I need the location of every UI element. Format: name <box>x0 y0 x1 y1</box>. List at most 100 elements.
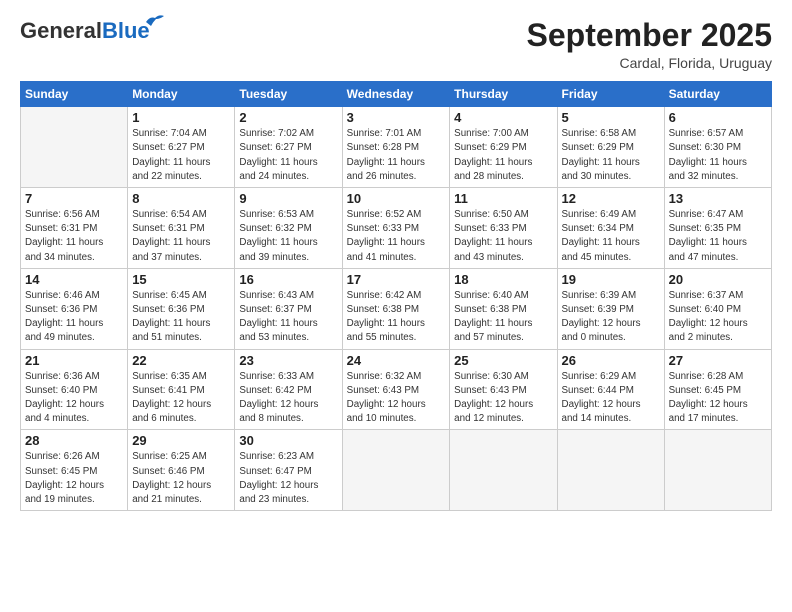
col-monday: Monday <box>128 82 235 107</box>
table-row: 28Sunrise: 6:26 AMSunset: 6:45 PMDayligh… <box>21 430 128 511</box>
day-info: Sunrise: 6:49 AMSunset: 6:34 PMDaylight:… <box>562 208 660 265</box>
calendar-header-row: Sunday Monday Tuesday Wednesday Thursday… <box>21 82 772 107</box>
day-number: 2 <box>239 110 337 125</box>
day-number: 25 <box>454 353 552 368</box>
day-number: 29 <box>132 433 230 448</box>
calendar-table: Sunday Monday Tuesday Wednesday Thursday… <box>20 81 772 511</box>
title-area: September 2025 Cardal, Florida, Uruguay <box>527 18 772 71</box>
day-info: Sunrise: 6:45 AMSunset: 6:36 PMDaylight:… <box>132 289 230 346</box>
table-row: 14 Sunrise: 6:46 AMSunset: 6:36 PMDayligh… <box>21 268 128 349</box>
day-number: 4 <box>454 110 552 125</box>
day-info: Sunrise: 6:57 AMSunset: 6:30 PMDaylight:… <box>669 127 767 184</box>
day-number: 28 <box>25 433 123 448</box>
day-number: 3 <box>347 110 446 125</box>
location: Cardal, Florida, Uruguay <box>527 55 772 71</box>
table-row: 17 Sunrise: 6:42 AMSunset: 6:38 PMDayligh… <box>342 268 450 349</box>
calendar-week-row: 1 Sunrise: 7:04 AMSunset: 6:27 PMDaylight… <box>21 107 772 188</box>
table-row: 12 Sunrise: 6:49 AMSunset: 6:34 PMDayligh… <box>557 188 664 269</box>
table-row: 5 Sunrise: 6:58 AMSunset: 6:29 PMDaylight… <box>557 107 664 188</box>
table-row: 26Sunrise: 6:29 AMSunset: 6:44 PMDayligh… <box>557 349 664 430</box>
month-title: September 2025 <box>527 18 772 53</box>
logo: GeneralBlue <box>20 18 150 44</box>
table-row: 23 Sunrise: 6:33 AMSunset: 6:42 PMDayligh… <box>235 349 342 430</box>
day-info: Sunrise: 7:01 AMSunset: 6:28 PMDaylight:… <box>347 127 446 184</box>
day-number: 23 <box>239 353 337 368</box>
col-thursday: Thursday <box>450 82 557 107</box>
day-number: 1 <box>132 110 230 125</box>
col-wednesday: Wednesday <box>342 82 450 107</box>
table-row: 30 Sunrise: 6:23 AMSunset: 6:47 PMDayligh… <box>235 430 342 511</box>
table-row: 2 Sunrise: 7:02 AMSunset: 6:27 PMDaylight… <box>235 107 342 188</box>
day-info: Sunrise: 6:40 AMSunset: 6:38 PMDaylight:… <box>454 289 552 346</box>
table-row: 27 Sunrise: 6:28 AMSunset: 6:45 PMDayligh… <box>664 349 771 430</box>
day-info: Sunrise: 6:30 AMSunset: 6:43 PMDaylight:… <box>454 370 552 427</box>
day-info: Sunrise: 6:23 AMSunset: 6:47 PMDaylight:… <box>239 450 337 507</box>
day-number: 12 <box>562 191 660 206</box>
table-row: 29 Sunrise: 6:25 AMSunset: 6:46 PMDayligh… <box>128 430 235 511</box>
day-info: Sunrise: 6:25 AMSunset: 6:46 PMDaylight:… <box>132 450 230 507</box>
header: GeneralBlue September 2025 Cardal, Flori… <box>20 18 772 71</box>
day-info: Sunrise: 6:54 AMSunset: 6:31 PMDaylight:… <box>132 208 230 265</box>
table-row <box>450 430 557 511</box>
day-number: 27 <box>669 353 767 368</box>
table-row: 21Sunrise: 6:36 AMSunset: 6:40 PMDayligh… <box>21 349 128 430</box>
day-number: 16 <box>239 272 337 287</box>
day-info: Sunrise: 6:46 AMSunset: 6:36 PMDaylight:… <box>25 289 123 346</box>
day-info: Sunrise: 6:28 AMSunset: 6:45 PMDaylight:… <box>669 370 767 427</box>
table-row <box>21 107 128 188</box>
day-info: Sunrise: 7:02 AMSunset: 6:27 PMDaylight:… <box>239 127 337 184</box>
day-number: 10 <box>347 191 446 206</box>
col-saturday: Saturday <box>664 82 771 107</box>
table-row: 9 Sunrise: 6:53 AMSunset: 6:32 PMDaylight… <box>235 188 342 269</box>
day-number: 8 <box>132 191 230 206</box>
col-sunday: Sunday <box>21 82 128 107</box>
day-number: 19 <box>562 272 660 287</box>
table-row: 8 Sunrise: 6:54 AMSunset: 6:31 PMDaylight… <box>128 188 235 269</box>
day-info: Sunrise: 6:52 AMSunset: 6:33 PMDaylight:… <box>347 208 446 265</box>
day-info: Sunrise: 6:50 AMSunset: 6:33 PMDaylight:… <box>454 208 552 265</box>
day-info: Sunrise: 7:00 AMSunset: 6:29 PMDaylight:… <box>454 127 552 184</box>
table-row: 3 Sunrise: 7:01 AMSunset: 6:28 PMDaylight… <box>342 107 450 188</box>
table-row: 16 Sunrise: 6:43 AMSunset: 6:37 PMDayligh… <box>235 268 342 349</box>
table-row: 6 Sunrise: 6:57 AMSunset: 6:30 PMDaylight… <box>664 107 771 188</box>
day-info: Sunrise: 6:33 AMSunset: 6:42 PMDaylight:… <box>239 370 337 427</box>
day-number: 18 <box>454 272 552 287</box>
calendar-week-row: 28Sunrise: 6:26 AMSunset: 6:45 PMDayligh… <box>21 430 772 511</box>
table-row: 24 Sunrise: 6:32 AMSunset: 6:43 PMDayligh… <box>342 349 450 430</box>
table-row: 4 Sunrise: 7:00 AMSunset: 6:29 PMDaylight… <box>450 107 557 188</box>
day-number: 6 <box>669 110 767 125</box>
day-info: Sunrise: 6:42 AMSunset: 6:38 PMDaylight:… <box>347 289 446 346</box>
table-row: 1 Sunrise: 7:04 AMSunset: 6:27 PMDaylight… <box>128 107 235 188</box>
day-number: 11 <box>454 191 552 206</box>
day-info: Sunrise: 6:39 AMSunset: 6:39 PMDaylight:… <box>562 289 660 346</box>
day-info: Sunrise: 6:43 AMSunset: 6:37 PMDaylight:… <box>239 289 337 346</box>
col-friday: Friday <box>557 82 664 107</box>
table-row: 22Sunrise: 6:35 AMSunset: 6:41 PMDayligh… <box>128 349 235 430</box>
logo-bird-icon <box>146 14 164 28</box>
table-row <box>557 430 664 511</box>
day-number: 14 <box>25 272 123 287</box>
table-row: 7Sunrise: 6:56 AMSunset: 6:31 PMDaylight… <box>21 188 128 269</box>
day-info: Sunrise: 6:58 AMSunset: 6:29 PMDaylight:… <box>562 127 660 184</box>
table-row: 20Sunrise: 6:37 AMSunset: 6:40 PMDayligh… <box>664 268 771 349</box>
day-number: 20 <box>669 272 767 287</box>
day-number: 17 <box>347 272 446 287</box>
table-row: 18 Sunrise: 6:40 AMSunset: 6:38 PMDayligh… <box>450 268 557 349</box>
table-row: 11 Sunrise: 6:50 AMSunset: 6:33 PMDayligh… <box>450 188 557 269</box>
calendar-week-row: 14 Sunrise: 6:46 AMSunset: 6:36 PMDayligh… <box>21 268 772 349</box>
day-info: Sunrise: 6:47 AMSunset: 6:35 PMDaylight:… <box>669 208 767 265</box>
day-number: 26 <box>562 353 660 368</box>
day-number: 24 <box>347 353 446 368</box>
table-row: 15 Sunrise: 6:45 AMSunset: 6:36 PMDayligh… <box>128 268 235 349</box>
table-row: 10 Sunrise: 6:52 AMSunset: 6:33 PMDayligh… <box>342 188 450 269</box>
day-number: 15 <box>132 272 230 287</box>
day-info: Sunrise: 6:53 AMSunset: 6:32 PMDaylight:… <box>239 208 337 265</box>
day-number: 21 <box>25 353 123 368</box>
day-number: 5 <box>562 110 660 125</box>
table-row <box>342 430 450 511</box>
day-number: 9 <box>239 191 337 206</box>
calendar-week-row: 7Sunrise: 6:56 AMSunset: 6:31 PMDaylight… <box>21 188 772 269</box>
day-number: 30 <box>239 433 337 448</box>
day-info: Sunrise: 7:04 AMSunset: 6:27 PMDaylight:… <box>132 127 230 184</box>
day-info: Sunrise: 6:32 AMSunset: 6:43 PMDaylight:… <box>347 370 446 427</box>
